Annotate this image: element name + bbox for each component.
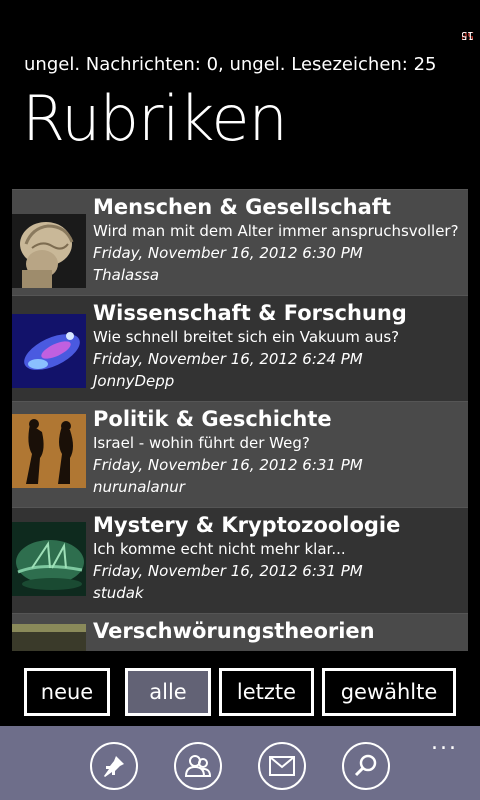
category-author: studak [93, 584, 144, 602]
category-date: Friday, November 16, 2012 6:24 PM [93, 350, 363, 368]
search-button[interactable] [342, 742, 390, 790]
more-button[interactable]: ... [431, 730, 458, 755]
category-author: Thalassa [93, 266, 160, 284]
conspiracy-thumbnail [12, 624, 86, 651]
brain-mri-thumbnail [12, 214, 86, 288]
filter-button-alle[interactable]: alle [125, 668, 211, 716]
status-line: ungel. Nachrichten: 0, ungel. Lesezeiche… [24, 54, 437, 75]
category-date: Friday, November 16, 2012 6:30 PM [93, 244, 363, 262]
category-subtitle: Israel - wohin führt der Weg? [93, 434, 310, 452]
page-title: Rubriken [22, 82, 288, 155]
category-item[interactable]: Politik & Geschichte Israel - wohin führ… [12, 401, 468, 507]
category-title: Menschen & Gesellschaft [93, 195, 391, 219]
category-list[interactable]: Menschen & Gesellschaft Wird man mit dem… [12, 189, 468, 651]
category-author: JonnyDepp [93, 372, 175, 390]
greek-vase-thumbnail [12, 414, 86, 488]
green-ghost-ship-thumbnail [12, 522, 86, 596]
category-subtitle: Wie schnell breitet sich ein Vakuum aus? [93, 328, 400, 346]
search-icon [354, 754, 377, 777]
category-title: Verschwörungstheorien [93, 619, 375, 643]
category-item[interactable]: Verschwörungstheorien [12, 613, 468, 651]
category-title: Politik & Geschichte [93, 407, 332, 431]
debug-counter-white: 1553.00 200 MEO 96200 33456 HD [462, 30, 474, 42]
mail-button[interactable] [258, 742, 306, 790]
category-title: Mystery & Kryptozoologie [93, 513, 401, 537]
pin-button[interactable] [90, 742, 138, 790]
blue-nebula-thumbnail [12, 314, 86, 388]
category-subtitle: Ich komme echt nicht mehr klar... [93, 540, 346, 558]
category-date: Friday, November 16, 2012 6:31 PM [93, 562, 363, 580]
filter-button-neue[interactable]: neue [24, 668, 110, 716]
mail-icon [269, 756, 295, 776]
people-icon [184, 755, 212, 777]
pin-icon [104, 756, 124, 777]
category-subtitle: Wird man mit dem Alter immer anspruchsvo… [93, 222, 459, 240]
category-date: Friday, November 16, 2012 6:31 PM [93, 456, 363, 474]
people-button[interactable] [174, 742, 222, 790]
filter-button-letzte[interactable]: letzte [219, 668, 314, 716]
category-title: Wissenschaft & Forschung [93, 301, 407, 325]
category-item[interactable]: Wissenschaft & Forschung Wie schnell bre… [12, 295, 468, 401]
category-author: nurunalanur [93, 478, 185, 496]
category-item[interactable]: Menschen & Gesellschaft Wird man mit dem… [12, 189, 468, 295]
filter-button-gewaehlte[interactable]: gewählte [322, 668, 456, 716]
category-item[interactable]: Mystery & Kryptozoologie Ich komme echt … [12, 507, 468, 613]
app-bar: ... [0, 726, 480, 800]
